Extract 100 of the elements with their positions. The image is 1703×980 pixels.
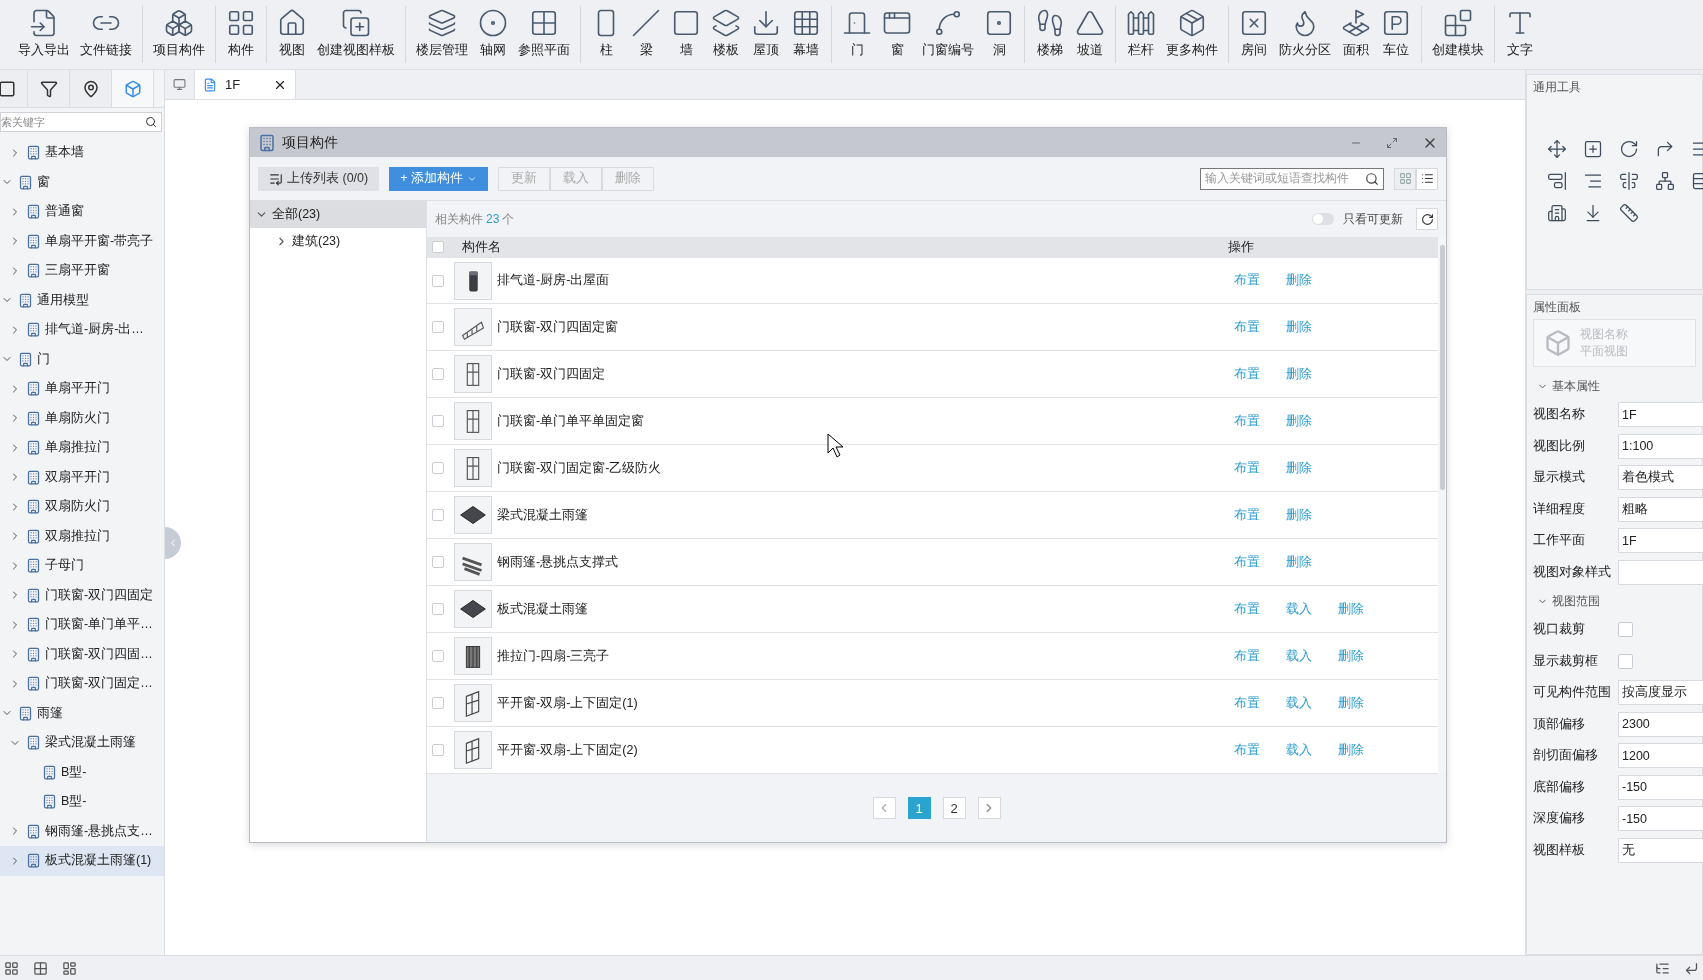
checkbox[interactable] [432, 556, 444, 569]
tree-item[interactable]: 单扇平开窗-带亮子 [0, 226, 164, 256]
copy-icon[interactable] [1583, 139, 1603, 159]
tree-item[interactable]: 排气道-厨房-出… [0, 315, 164, 345]
toolbar-button[interactable]: 幕墙 [787, 6, 825, 63]
property-field[interactable]: 1:100 [1618, 433, 1703, 459]
property-field[interactable]: 无 [1618, 837, 1703, 863]
view-tab[interactable]: 1F [194, 70, 296, 99]
tree-item[interactable]: 门联窗-单门单平… [0, 610, 164, 640]
toolbar-button[interactable]: 车位 [1377, 6, 1415, 63]
toolbar-button[interactable]: 视图 [273, 6, 311, 63]
tree-item[interactable]: 门联窗-双门四固… [0, 639, 164, 669]
toolbar-button[interactable]: 屋顶 [747, 6, 785, 63]
toolbar-button[interactable]: 窗 [878, 6, 916, 63]
property-field[interactable]: -150 [1618, 806, 1703, 832]
search-field[interactable]: 索关键字 [0, 112, 162, 132]
layout-icon[interactable] [62, 960, 77, 976]
section-header[interactable]: 基本属性 [1533, 373, 1696, 399]
toolbar-button[interactable]: 墙 [667, 6, 705, 63]
section-header[interactable]: 视图范围 [1533, 588, 1696, 614]
tree-item[interactable]: 门 [0, 344, 164, 374]
tree-item[interactable]: 单扇平开门 [0, 374, 164, 404]
grid-icon[interactable] [33, 960, 48, 976]
toolbar-button[interactable]: 面积 [1337, 6, 1375, 63]
tree-item[interactable]: 三扇平开窗 [0, 256, 164, 286]
tree-item[interactable]: 单扇防火门 [0, 403, 164, 433]
property-field[interactable]: 1200 [1618, 743, 1703, 769]
checkbox[interactable] [432, 321, 444, 334]
toolbar-button[interactable]: 导入导出 [14, 6, 74, 63]
toolbar-button[interactable]: 更多构件 [1162, 6, 1222, 63]
toolbar-button[interactable]: 楼层管理 [412, 6, 472, 63]
property-field[interactable]: 1F [1618, 402, 1703, 428]
checkbox[interactable] [1618, 622, 1633, 638]
toolbar-button[interactable]: 门窗编号 [918, 6, 978, 63]
tree-item[interactable]: 子母门 [0, 551, 164, 581]
checkbox[interactable] [432, 744, 444, 757]
checkbox[interactable] [432, 241, 444, 254]
align-icon[interactable] [1547, 171, 1567, 191]
sidebar-tab[interactable] [70, 70, 112, 107]
tree-item[interactable]: 基本墙 [0, 138, 164, 168]
toolbar-button[interactable]: 楼板 [707, 6, 745, 63]
toolbar-button[interactable]: 房间 [1235, 6, 1273, 63]
building-icon[interactable] [1547, 203, 1567, 223]
tree-item[interactable]: 全部(23) [250, 201, 426, 228]
toolbar-button[interactable]: 栏杆 [1122, 6, 1160, 63]
toolbar-button[interactable]: 楼梯 [1031, 6, 1069, 63]
toolbar-button[interactable]: 防火分区 [1275, 6, 1335, 63]
tree-item[interactable]: 雨篷 [0, 698, 164, 728]
toggle-switch[interactable] [1312, 213, 1334, 225]
checkbox[interactable] [432, 415, 444, 428]
tree-item[interactable]: 双扇平开门 [0, 462, 164, 492]
property-field[interactable] [1618, 559, 1703, 585]
toolbar-button[interactable]: 创建视图样板 [313, 6, 399, 63]
previous-page-button[interactable] [872, 797, 896, 819]
toolbar-button[interactable]: 构件 [222, 6, 260, 63]
toolbar-button[interactable]: 文字 [1501, 6, 1539, 63]
corner-icon[interactable] [1684, 960, 1699, 976]
sidebar-tab[interactable] [28, 70, 70, 107]
toolbar-button[interactable]: 文件链接 [76, 6, 136, 63]
toolbar-button[interactable]: 柱 [587, 6, 625, 63]
toolbar-button[interactable]: 梁 [627, 6, 665, 63]
tree-item[interactable]: B型- [0, 787, 164, 817]
checkbox[interactable] [432, 462, 444, 475]
list-view-button[interactable] [1416, 167, 1438, 190]
tree-item[interactable]: 板式混凝土雨篷(1) [0, 846, 164, 876]
checkbox[interactable] [432, 509, 444, 522]
tree-item[interactable]: 门联窗-双门固定… [0, 669, 164, 699]
ruler-icon[interactable] [1619, 203, 1639, 223]
upload-list-button[interactable]: 上传列表 (0/0) [258, 166, 380, 191]
property-field[interactable]: 2300 [1618, 711, 1703, 737]
checkbox[interactable] [432, 274, 444, 287]
checkbox[interactable] [432, 697, 444, 710]
tree-item[interactable]: 双扇防火门 [0, 492, 164, 522]
toolbar-button[interactable]: 洞 [980, 6, 1018, 63]
tree-item[interactable]: 双扇推拉门 [0, 521, 164, 551]
refresh-button[interactable] [1416, 208, 1438, 230]
checkbox[interactable] [1618, 653, 1633, 669]
list-icon[interactable] [1655, 960, 1670, 976]
property-field[interactable]: -150 [1618, 774, 1703, 800]
property-field[interactable]: 按高度显示 [1618, 680, 1703, 706]
tree-item[interactable]: B型- [0, 757, 164, 787]
property-field[interactable]: 粗略 [1618, 496, 1703, 522]
checkbox[interactable] [432, 368, 444, 381]
tree-item[interactable]: 窗 [0, 167, 164, 197]
page-button[interactable]: 2 [942, 797, 966, 819]
toolbar-button[interactable]: 项目构件 [149, 6, 209, 63]
tree-item[interactable]: 建筑(23) [250, 228, 426, 255]
toolbar-button[interactable]: 门 [838, 6, 876, 63]
tree-item[interactable]: 单扇推拉门 [0, 433, 164, 463]
toolbar-button[interactable]: 参照平面 [514, 6, 574, 63]
tree-item[interactable]: 梁式混凝土雨篷 [0, 728, 164, 758]
tree-item[interactable]: 普通窗 [0, 197, 164, 227]
tree-item[interactable]: 通用模型 [0, 285, 164, 315]
toolbar-button[interactable]: 坡道 [1071, 6, 1109, 63]
rotate-icon[interactable] [1619, 139, 1639, 159]
property-field[interactable]: 着色模式 [1618, 465, 1703, 491]
checkbox[interactable] [432, 650, 444, 663]
tree-item[interactable]: 门联窗-双门四固定 [0, 580, 164, 610]
checkbox[interactable] [432, 603, 444, 616]
collapse-handle[interactable] [165, 527, 181, 559]
